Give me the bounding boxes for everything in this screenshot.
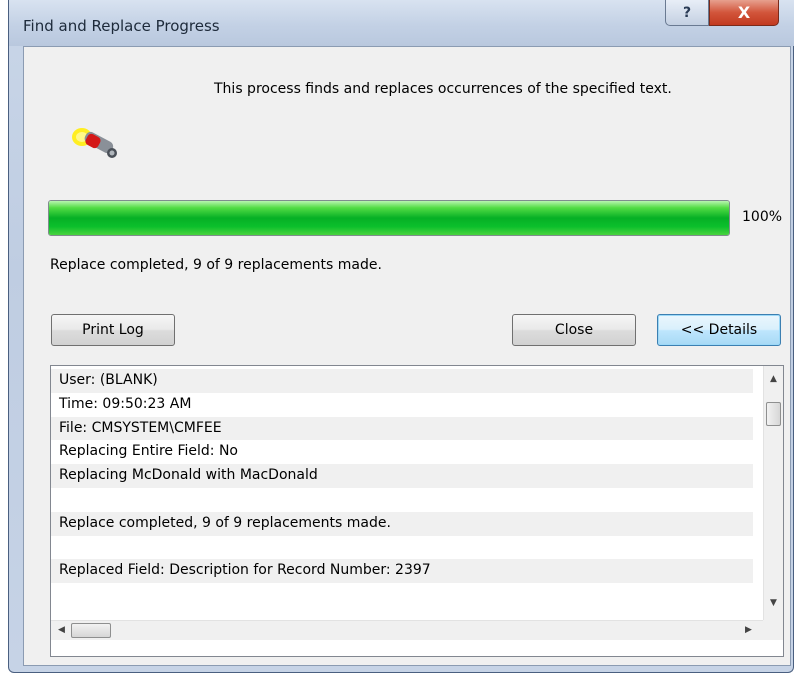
log-line (51, 487, 753, 512)
log-line: Time: 09:50:23 AM (51, 392, 753, 417)
close-icon: X (737, 3, 751, 22)
dialog-window: Find and Replace Progress ? X This proce… (8, 0, 794, 673)
log-lines: User: (BLANK) Time: 09:50:23 AM File: CMSY… (51, 369, 753, 594)
details-toggle-button[interactable]: << Details (657, 314, 781, 346)
log-line: File: CMSYSTEM\CMFEE (51, 416, 753, 441)
scroll-corner (763, 620, 783, 640)
log-list[interactable]: User: (BLANK) Time: 09:50:23 AM File: CMSY… (50, 365, 784, 657)
progress-bar (48, 200, 730, 236)
horizontal-scrollbar[interactable]: ◀ ▶ (51, 620, 765, 640)
vertical-scrollbar[interactable]: ▲ ▼ (763, 366, 783, 620)
process-description: This process finds and replaces occurren… (214, 81, 672, 97)
scroll-left-icon[interactable]: ◀ (58, 625, 65, 635)
dialog-body: This process finds and replaces occurren… (23, 46, 791, 666)
log-line: Replacing Entire Field: No (51, 440, 753, 465)
scroll-down-icon[interactable]: ▼ (770, 598, 777, 608)
vertical-scroll-thumb[interactable] (766, 402, 781, 426)
progress-percent: 100% (742, 209, 783, 225)
print-log-button[interactable]: Print Log (51, 314, 175, 346)
window-title: Find and Replace Progress (23, 17, 220, 35)
progress-fill (49, 201, 729, 235)
help-button[interactable]: ? (665, 0, 709, 26)
log-line: Replacing McDonald with MacDonald (51, 464, 753, 488)
log-line: Replaced Field: Description for Record N… (51, 559, 753, 584)
window-close-button[interactable]: X (709, 0, 779, 26)
horizontal-scroll-thumb[interactable] (71, 623, 111, 638)
find-replace-wand-icon (72, 128, 117, 158)
status-text: Replace completed, 9 of 9 replacements m… (50, 257, 382, 273)
log-line: Replace completed, 9 of 9 replacements m… (51, 511, 753, 536)
log-line-partial (51, 583, 753, 594)
close-button[interactable]: Close (512, 314, 636, 346)
log-line: User: (BLANK) (51, 369, 753, 393)
log-line (51, 535, 753, 560)
title-bar[interactable]: Find and Replace Progress ? X (9, 0, 794, 46)
help-icon: ? (682, 4, 692, 21)
scroll-right-icon[interactable]: ▶ (745, 625, 752, 635)
scroll-up-icon[interactable]: ▲ (770, 374, 777, 384)
